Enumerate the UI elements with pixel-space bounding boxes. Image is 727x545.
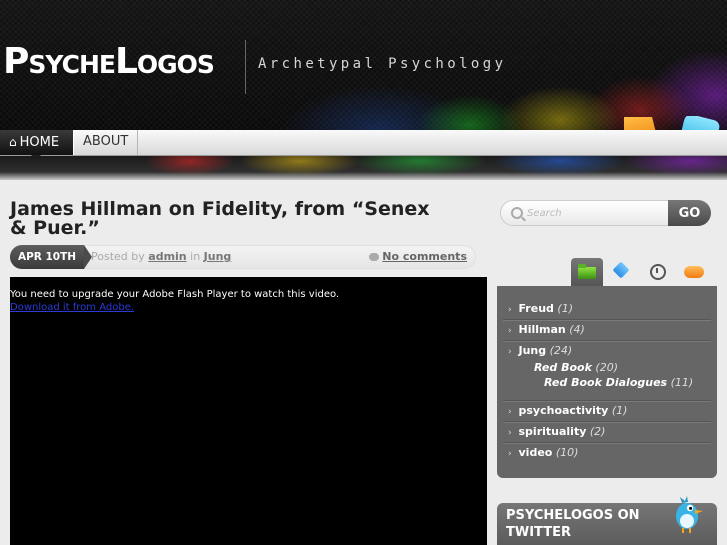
chevron-right-icon: › — [508, 407, 512, 417]
category-link[interactable]: Jung — [204, 250, 232, 263]
twitter-icon[interactable] — [680, 116, 720, 131]
category-divider — [503, 421, 711, 423]
chevron-right-icon: › — [508, 428, 512, 438]
category-item[interactable]: › spirituality (2) — [508, 425, 711, 438]
clock-icon — [650, 264, 666, 280]
site-tagline: Archetypal Psychology — [258, 56, 507, 72]
category-count: (10) — [555, 446, 579, 459]
category-name: psychoactivity — [518, 404, 609, 417]
twitter-widget-title: PSYCHELOGOS ON TWITTER — [506, 508, 640, 540]
nav-item-about-label: ABOUT — [83, 134, 129, 149]
category-count: (1) — [611, 404, 628, 417]
subcategory-item[interactable]: Red Book Dialogues (11) — [544, 376, 693, 389]
speech-bubble-icon — [684, 266, 704, 278]
tab-comments[interactable] — [678, 258, 710, 286]
category-divider — [503, 340, 711, 342]
category-item[interactable]: › psychoactivity (1) — [508, 404, 711, 417]
subcategory-item[interactable]: Red Book (20) — [534, 361, 618, 374]
nav-item-about[interactable]: ABOUT — [73, 130, 138, 155]
chevron-right-icon: › — [508, 326, 512, 336]
home-icon: ⌂ — [9, 135, 17, 149]
header-divider — [245, 40, 246, 94]
author-link[interactable]: admin — [148, 250, 186, 263]
comment-bubble-icon — [369, 253, 380, 261]
search-input[interactable] — [527, 205, 667, 221]
chevron-right-icon: › — [508, 347, 512, 357]
category-count: (4) — [569, 323, 585, 336]
band-fade — [0, 172, 727, 182]
post-meta-bar: APR 10TH Posted by admin in Jung No comm… — [10, 245, 476, 269]
chevron-right-icon: › — [508, 449, 512, 459]
categories-panel: › Freud (1) › Hillman (4) › Jung (24) Re… — [497, 286, 717, 478]
subcategory-count: (11) — [670, 376, 694, 389]
flash-upgrade-message: You need to upgrade your Adobe Flash Pla… — [10, 289, 340, 300]
chevron-right-icon: › — [508, 305, 512, 315]
flash-download-link[interactable]: Download it from Adobe. — [10, 301, 134, 314]
in-label: in — [190, 250, 201, 263]
search-icon — [511, 207, 523, 219]
subcategory-name: Red Book — [534, 361, 592, 374]
post-date-badge: APR 10TH — [10, 245, 84, 269]
category-divider — [503, 319, 711, 321]
comments-link-label: No comments — [382, 250, 467, 263]
category-item[interactable]: › Freud (1) — [508, 302, 711, 315]
tab-tags[interactable] — [606, 258, 638, 286]
category-name: Freud — [518, 302, 554, 315]
category-item[interactable]: › Hillman (4) — [508, 323, 711, 336]
subcategory-count: (20) — [595, 361, 618, 374]
comments-link[interactable]: No comments — [369, 246, 467, 268]
tab-recent[interactable] — [642, 258, 674, 286]
category-divider — [503, 400, 711, 402]
nav-item-home[interactable]: ⌂ HOME — [0, 130, 73, 155]
category-name: spirituality — [518, 425, 587, 438]
site-logo[interactable]: PsycheLogos — [3, 40, 215, 84]
search-box — [500, 200, 672, 226]
category-name: video — [518, 446, 553, 459]
posted-by-label: Posted by — [91, 250, 145, 263]
folder-icon — [578, 264, 596, 279]
category-item[interactable]: › Jung (24) — [508, 344, 711, 357]
category-count: (1) — [557, 302, 573, 315]
twitter-bird-icon — [676, 496, 703, 533]
category-name: Jung — [518, 344, 547, 357]
tag-icon — [612, 261, 630, 279]
nav-item-home-label: HOME — [19, 135, 60, 150]
category-count: (2) — [589, 425, 606, 438]
category-count: (24) — [549, 344, 573, 357]
post-byline: Posted by admin in Jung — [91, 246, 231, 268]
video-player[interactable]: You need to upgrade your Adobe Flash Pla… — [10, 277, 487, 545]
category-divider — [503, 442, 711, 444]
rss-icon[interactable] — [624, 117, 658, 131]
site-header: PsycheLogos Archetypal Psychology — [0, 0, 727, 130]
post-title[interactable]: James Hillman on Fidelity, from “Senex &… — [10, 200, 450, 238]
tab-categories[interactable] — [571, 258, 603, 286]
main-nav: ⌂ HOME ABOUT — [0, 130, 727, 156]
category-name: Hillman — [518, 323, 566, 336]
search-go-button[interactable]: GO — [668, 200, 711, 226]
subcategory-name: Red Book Dialogues — [544, 376, 668, 389]
category-item[interactable]: › video (10) — [508, 446, 711, 459]
